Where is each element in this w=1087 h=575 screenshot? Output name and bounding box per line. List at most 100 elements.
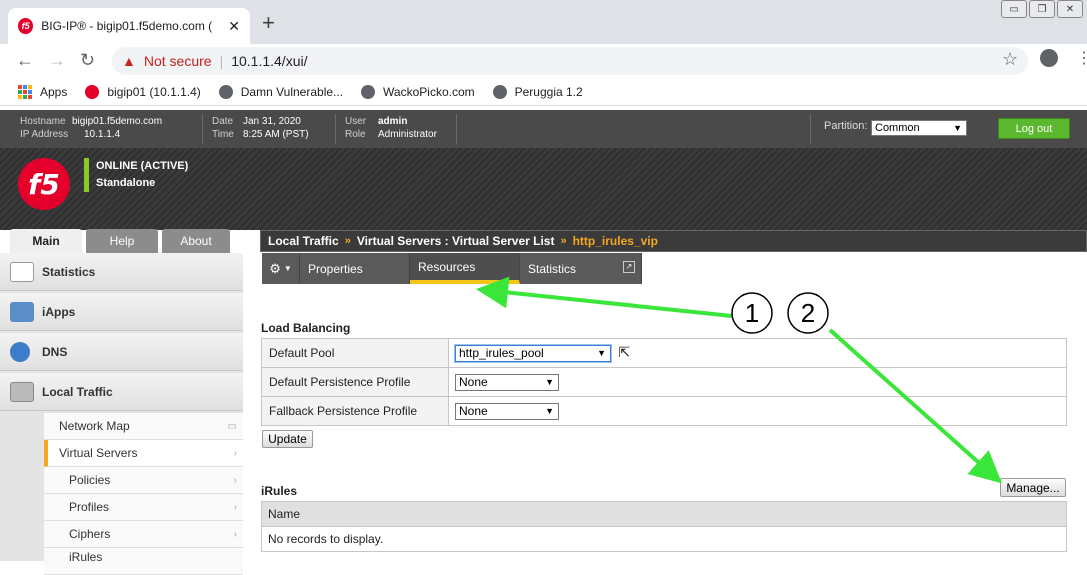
standalone-status: Standalone: [84, 175, 188, 192]
breadcrumb-virtual-server-list[interactable]: Virtual Servers : Virtual Server List: [357, 234, 555, 248]
bookmark-star-icon[interactable]: ☆: [1002, 49, 1018, 70]
column-header-name[interactable]: Name: [261, 501, 1067, 527]
partition-value: Common: [875, 122, 920, 134]
tab-statistics-label: Statistics: [528, 261, 577, 276]
sidebar-item-iapps[interactable]: iApps: [0, 293, 243, 331]
online-status: ONLINE (ACTIVE): [84, 158, 188, 175]
breadcrumb-separator: »: [560, 235, 567, 247]
arrow-to-resources-tab: [476, 276, 733, 318]
local-traffic-icon: [10, 381, 34, 402]
date-label: Date: [212, 116, 234, 127]
sidebar-item-dns[interactable]: DNS: [0, 333, 243, 371]
subnav-policies[interactable]: Policies ›: [44, 467, 243, 494]
chevron-down-icon: ▼: [953, 123, 962, 133]
bookmark-wackopicko[interactable]: WackoPicko.com: [361, 84, 475, 99]
chevron-right-icon: ›: [233, 501, 237, 513]
restore-icon[interactable]: ❐: [1029, 0, 1055, 18]
dns-globe-icon: [10, 341, 30, 362]
host-info: Hostname bigip01.f5demo.com IP Address 10.…: [20, 115, 162, 141]
minimize-icon[interactable]: ▭: [1001, 0, 1027, 18]
warning-triangle-icon: ▲: [122, 53, 136, 69]
sidebar: Statistics iApps DNS Local Traffic Netwo…: [0, 253, 243, 575]
subnav-profiles[interactable]: Profiles ›: [44, 494, 243, 521]
popout-icon: ↗: [623, 261, 635, 273]
forward-arrow-icon[interactable]: →: [48, 50, 66, 70]
browser-menu-icon[interactable]: ⋮: [1076, 48, 1087, 68]
fallback-persistence-select[interactable]: None ▼: [455, 402, 559, 420]
network-map-icon: ▭: [227, 420, 237, 432]
divider: [810, 114, 811, 144]
tab-properties[interactable]: Properties: [300, 253, 410, 284]
bookmark-label: Apps: [40, 84, 68, 99]
bookmark-dvwa[interactable]: Damn Vulnerable...: [218, 84, 343, 99]
table-row: Fallback Persistence Profile None ▼: [261, 396, 1067, 426]
hostname-label: Hostname: [20, 116, 66, 127]
partition-select[interactable]: Common ▼: [871, 120, 967, 136]
tab-title: BIG-IP® - bigip01.f5demo.com (: [41, 19, 213, 33]
bookmark-bigip01[interactable]: bigip01 (10.1.1.4): [85, 84, 201, 99]
chevron-right-icon: ›: [233, 474, 237, 486]
globe-icon: [218, 84, 233, 99]
globe-icon: [361, 84, 376, 99]
not-secure-label: Not secure: [143, 53, 212, 69]
table-row: Default Pool http_irules_pool ▼ ⇱: [261, 338, 1067, 368]
fallback-persistence-label: Fallback Persistence Profile: [261, 396, 449, 426]
bookmark-peruggia[interactable]: Peruggia 1.2: [492, 84, 583, 99]
ip-value: 10.1.1.4: [84, 129, 121, 140]
load-balancing-table: Default Pool http_irules_pool ▼ ⇱ Defaul…: [261, 338, 1067, 426]
url-text: 10.1.1.4/xui/: [231, 53, 308, 69]
iapps-icon: [10, 301, 34, 322]
tab-about[interactable]: About: [162, 229, 230, 253]
update-button[interactable]: Update: [262, 430, 313, 448]
marker-1-circle: [731, 292, 773, 334]
bookmark-label: WackoPicko.com: [383, 84, 475, 99]
load-balancing-title: Load Balancing: [261, 321, 351, 335]
tab-help[interactable]: Help: [86, 229, 158, 253]
browser-tab[interactable]: f5 BIG-IP® - bigip01.f5demo.com ( ✕: [8, 8, 250, 44]
subnav-label: Network Map: [59, 419, 130, 433]
manage-irules-button[interactable]: Manage...: [1000, 478, 1066, 497]
browser-tab-strip: f5 BIG-IP® - bigip01.f5demo.com ( ✕ + ▭ …: [0, 0, 1087, 44]
logout-button[interactable]: Log out: [998, 118, 1070, 139]
gear-menu[interactable]: ⚙ ▼: [262, 253, 300, 284]
chevron-down-icon: ▼: [545, 376, 554, 387]
f5-icon: [85, 84, 100, 99]
back-arrow-icon[interactable]: ←: [16, 50, 34, 70]
table-header-row: Name: [261, 501, 1067, 527]
tab-main[interactable]: Main: [10, 229, 82, 253]
subnav-virtual-servers[interactable]: Virtual Servers ›: [44, 440, 243, 467]
subnav-irules[interactable]: iRules: [44, 548, 243, 575]
chevron-down-icon: ▼: [597, 348, 606, 358]
url-bar[interactable]: ▲ Not secure | 10.1.1.4/xui/: [112, 47, 1028, 75]
subnav-label: Virtual Servers: [59, 446, 138, 460]
subnav-label: iRules: [69, 550, 103, 564]
mouse-cursor-icon: ⇱: [618, 344, 631, 360]
datetime-info: Date Jan 31, 2020 Time 8:25 AM (PST): [212, 115, 309, 141]
sidebar-item-label: Local Traffic: [42, 384, 113, 399]
chevron-down-icon: ▼: [545, 405, 554, 416]
user-info: User admin Role Administrator: [345, 115, 437, 141]
window-controls: ▭ ❐ ✕: [1001, 0, 1083, 18]
time-label: Time: [212, 129, 234, 140]
statistics-icon: [10, 261, 34, 282]
reload-icon[interactable]: ↻: [80, 50, 95, 70]
fallback-persistence-value: None: [459, 403, 488, 418]
sidebar-item-local-traffic[interactable]: Local Traffic: [0, 373, 243, 411]
bookmark-apps[interactable]: Apps: [18, 84, 68, 99]
account-avatar-icon[interactable]: [1040, 49, 1058, 67]
tab-close-icon[interactable]: ✕: [228, 18, 240, 35]
new-tab-icon[interactable]: +: [262, 10, 275, 36]
close-window-icon[interactable]: ✕: [1057, 0, 1083, 18]
sidebar-item-statistics[interactable]: Statistics: [0, 253, 243, 291]
default-pool-select[interactable]: http_irules_pool ▼: [455, 345, 611, 362]
subnav-label: Profiles: [69, 500, 110, 514]
partition-label: Partition:: [824, 120, 868, 132]
subnav-network-map[interactable]: Network Map ▭: [44, 413, 243, 440]
subnav-ciphers[interactable]: Ciphers ›: [44, 521, 243, 548]
default-persistence-select[interactable]: None ▼: [455, 373, 559, 391]
tab-resources[interactable]: Resources: [410, 253, 520, 284]
breadcrumb-local-traffic[interactable]: Local Traffic: [268, 234, 339, 248]
status-banner: f5 ONLINE (ACTIVE) Standalone: [0, 148, 1087, 230]
chevron-right-icon: ›: [233, 447, 237, 459]
tab-statistics[interactable]: Statistics ↗: [520, 253, 642, 284]
